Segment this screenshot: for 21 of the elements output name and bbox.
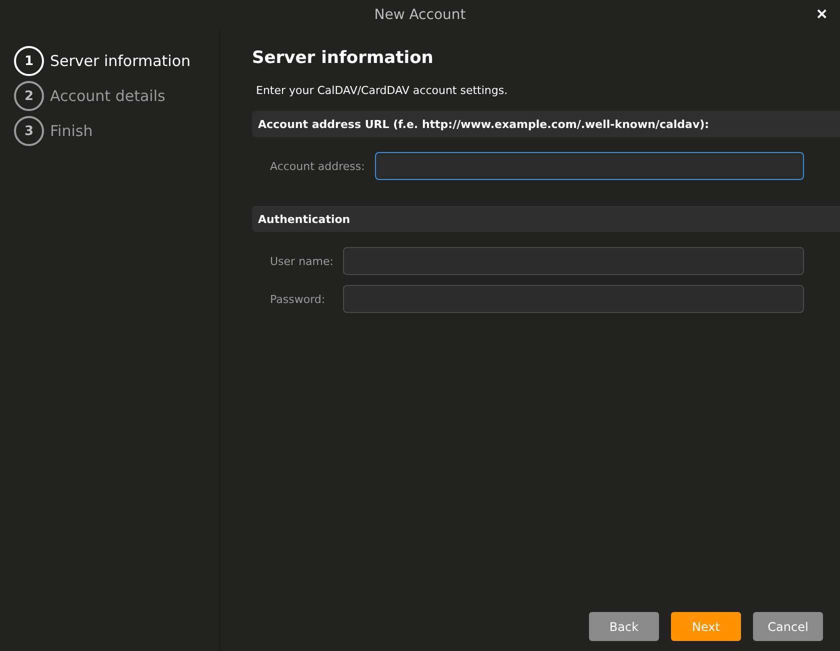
page-heading: Server information xyxy=(252,48,434,68)
next-button[interactable]: Next xyxy=(671,612,741,641)
step-label: Account details xyxy=(50,87,166,105)
step-label: Server information xyxy=(50,52,191,70)
input-field[interactable] xyxy=(343,247,804,275)
intro-text: Enter your CalDAV/CardDAV account settings. xyxy=(256,84,509,97)
step-number: 3 xyxy=(14,116,44,146)
input-field[interactable] xyxy=(374,152,804,180)
section-header: Account address URL (f.e. http://www.example.com/.well-known/caldav): xyxy=(252,111,840,137)
window-title: New Account xyxy=(374,7,466,23)
field-label: User name: xyxy=(270,254,334,268)
field-label: Account address: xyxy=(270,160,365,172)
input-field[interactable] xyxy=(343,285,804,313)
dialog-button[interactable]: Back xyxy=(589,612,659,641)
step-label: Finish xyxy=(50,122,93,140)
close-button[interactable]: ✕ xyxy=(814,4,830,24)
step-number: 1 xyxy=(14,46,44,76)
field-label: Password: xyxy=(270,292,326,306)
section-header: Authentication xyxy=(252,206,840,232)
step-number: 2 xyxy=(14,81,44,111)
dialog-button[interactable]: Cancel xyxy=(753,612,823,641)
